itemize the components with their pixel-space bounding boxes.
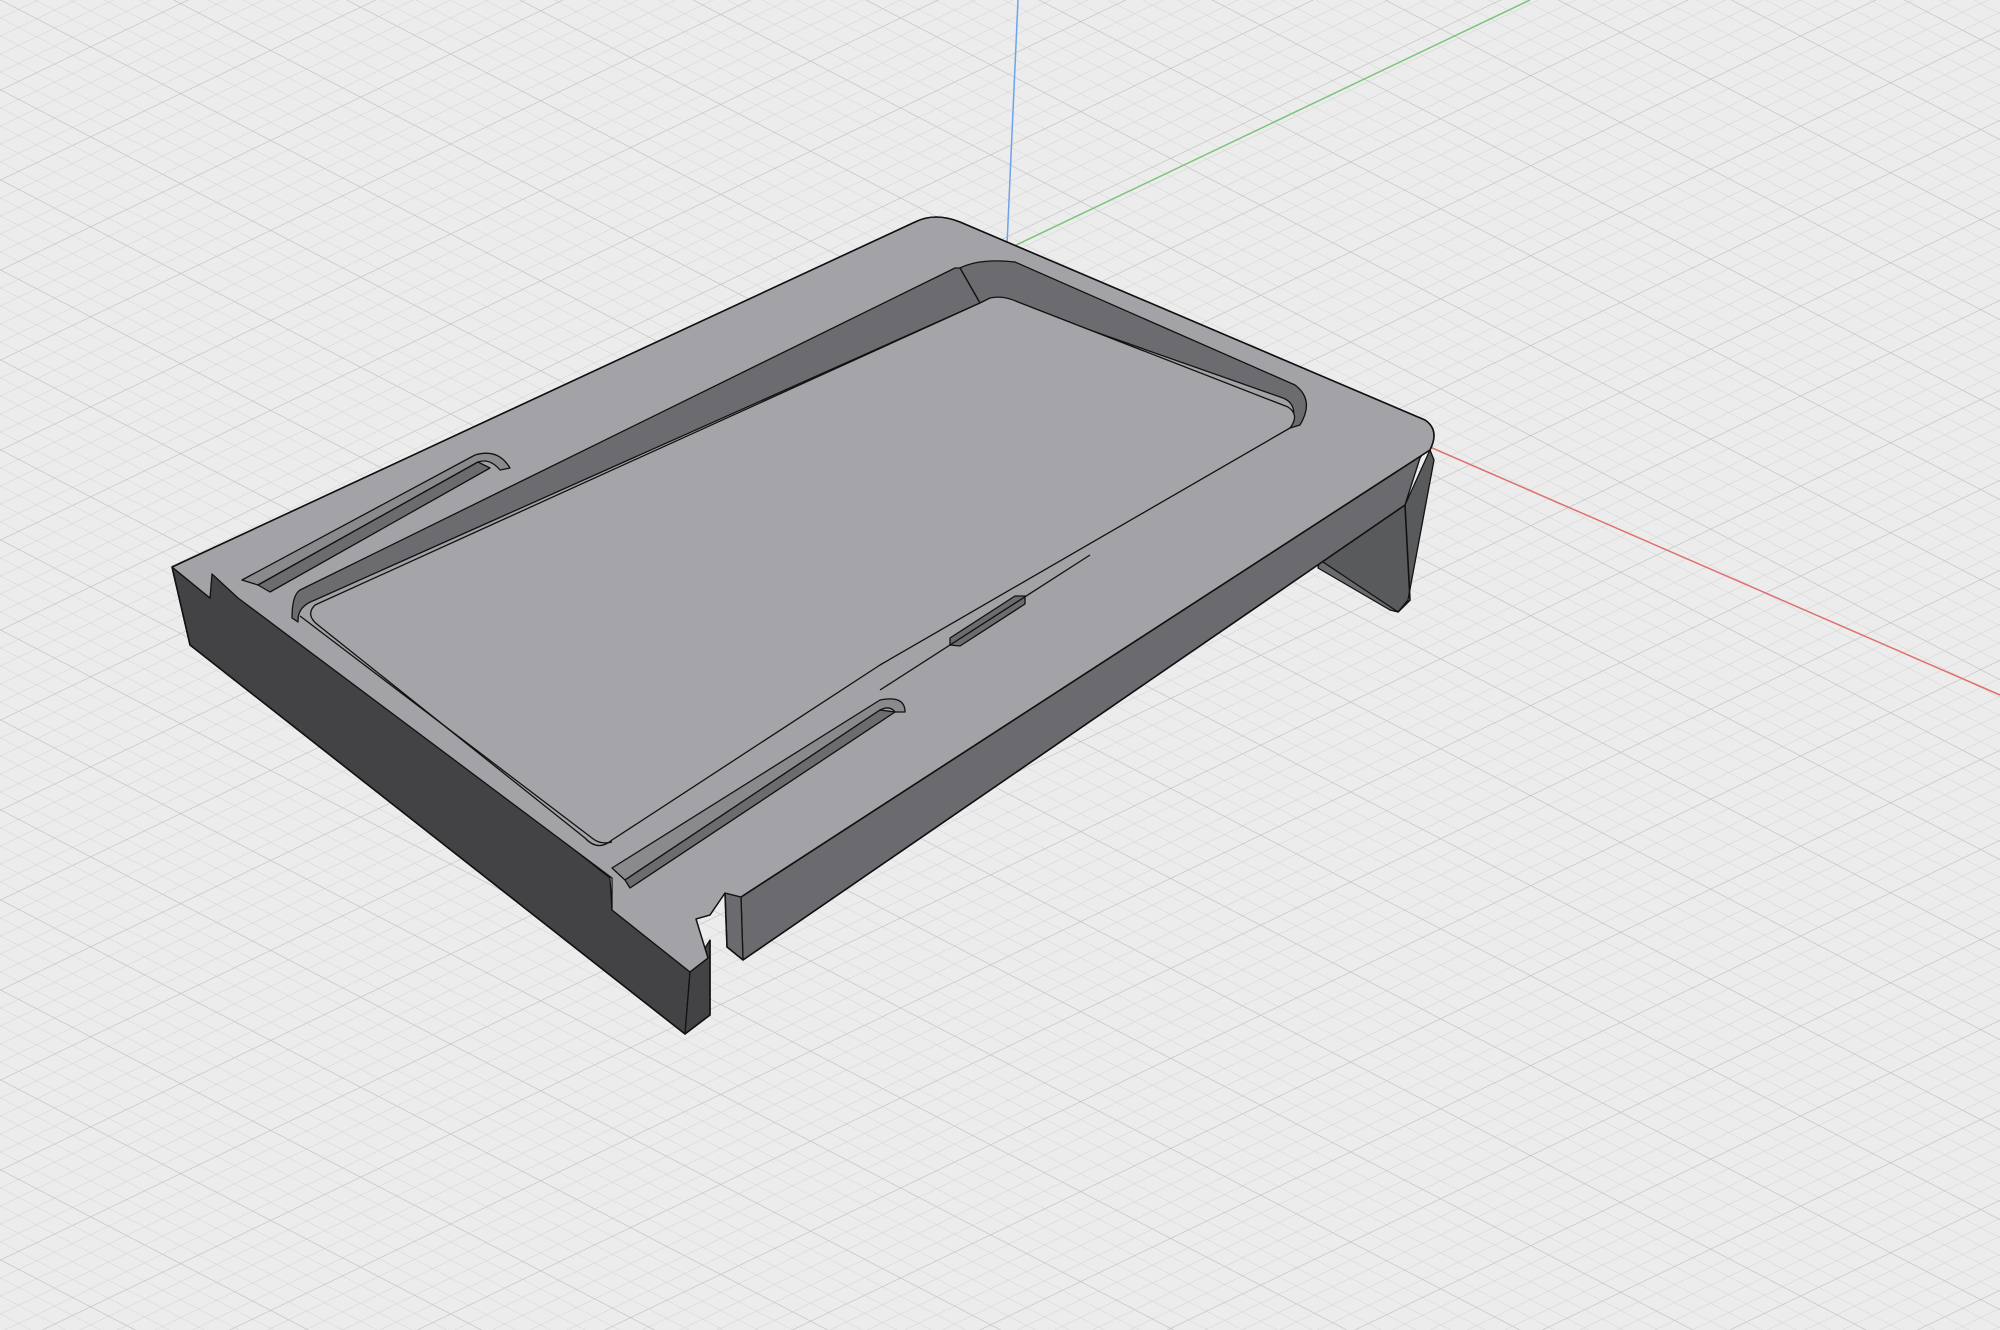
3d-viewport[interactable]	[0, 0, 2000, 1330]
scene-canvas[interactable]	[0, 0, 2000, 1330]
